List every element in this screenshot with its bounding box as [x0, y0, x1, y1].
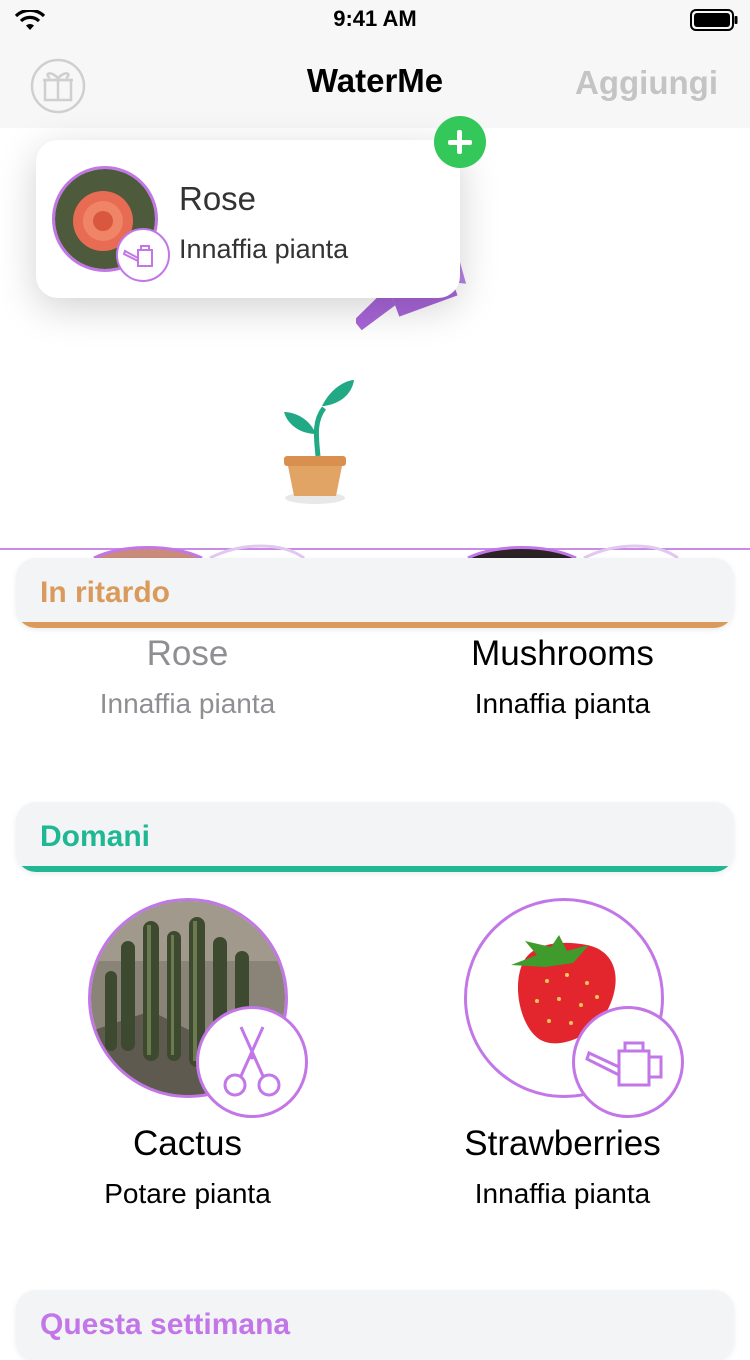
watering-can-icon [585, 1041, 663, 1087]
status-bar: 9:41 AM [0, 0, 750, 40]
section-title: Questa settimana [40, 1308, 291, 1341]
scissors-icon [223, 1026, 281, 1097]
section-title: In ritardo [40, 576, 171, 609]
plant-name-cactus[interactable]: Cactus [0, 1124, 375, 1164]
status-time: 9:41 AM [333, 6, 417, 31]
dragged-plant-task: Innaffia pianta [179, 234, 349, 264]
add-button[interactable]: Aggiungi [575, 64, 718, 102]
plant-name-strawberries[interactable]: Strawberries [375, 1124, 750, 1164]
plant-task-rose: Innaffia pianta [99, 688, 276, 719]
watering-badge [116, 228, 170, 282]
battery-icon [690, 9, 738, 31]
section-underline [16, 866, 734, 872]
section-header-tomorrow: Domani [16, 802, 734, 872]
plant-task-cactus: Potare pianta [104, 1178, 271, 1209]
dragged-plant-name: Rose [179, 180, 257, 217]
watering-can-icon [122, 245, 153, 267]
watering-badge [572, 1006, 684, 1118]
plant-task-strawberries: Innaffia pianta [474, 1178, 651, 1209]
plant-name-rose[interactable]: Rose [0, 634, 375, 674]
plant-pot-icon [284, 380, 354, 504]
section-title: Domani [40, 820, 151, 853]
plus-icon [434, 116, 486, 168]
section-underline [16, 622, 734, 628]
plant-name-mushrooms[interactable]: Mushrooms [375, 634, 750, 674]
section-header-this-week: Questa settimana [16, 1290, 734, 1360]
overdue-rose-avatar-edge [93, 544, 305, 560]
dragged-reminder-card[interactable]: Rose Innaffia pianta [36, 140, 460, 298]
plant-task-mushrooms: Innaffia pianta [474, 688, 651, 719]
scissors-badge [196, 1006, 308, 1118]
section-header-overdue: In ritardo [16, 558, 734, 628]
overdue-mushrooms-avatar-edge [467, 544, 679, 560]
